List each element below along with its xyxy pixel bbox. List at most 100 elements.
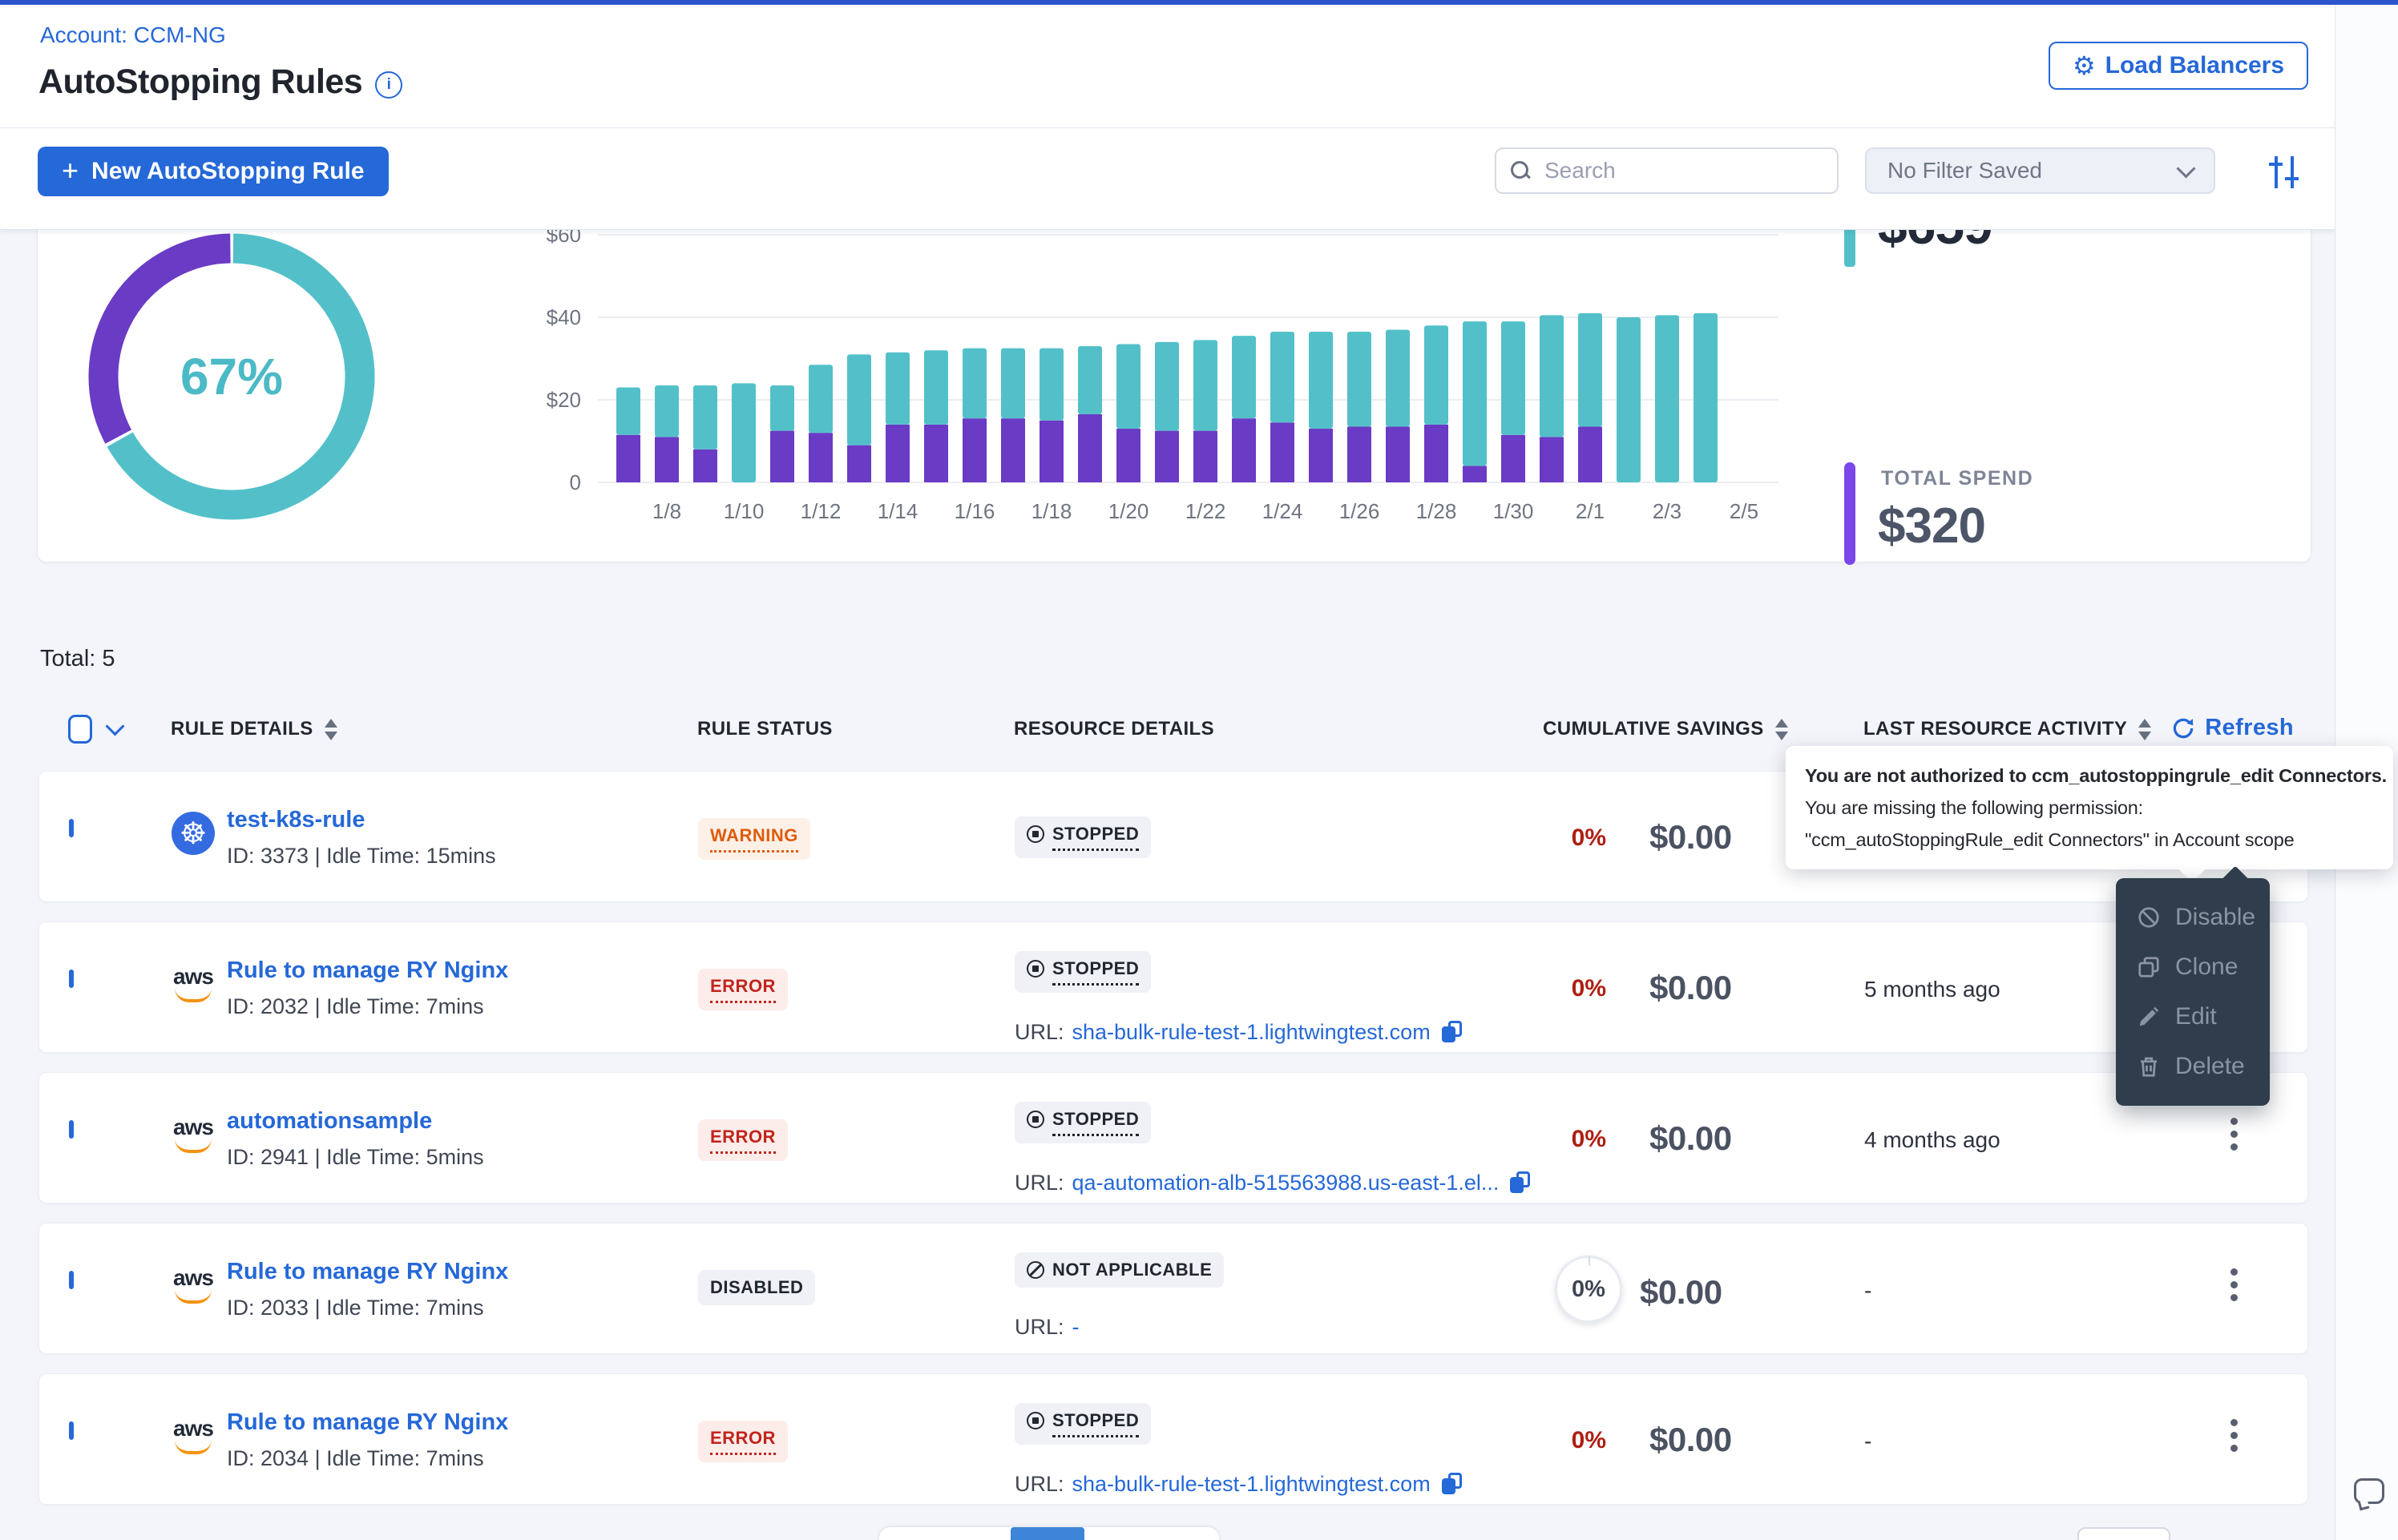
table-total-count: Total: 5 [40, 646, 115, 672]
savings-donut-chart: 67% [79, 224, 384, 529]
filter-dropdown[interactable]: No Filter Saved [1865, 147, 2215, 194]
savings-percent: 0% [1544, 1073, 1606, 1203]
rule-name-link[interactable]: test-k8s-rule [227, 807, 496, 833]
bottom-corner-button[interactable] [2077, 1527, 2170, 1540]
refresh-button[interactable]: Refresh [2171, 715, 2294, 741]
menu-item-edit[interactable]: Edit [2116, 992, 2270, 1042]
not-applicable-icon [1027, 1261, 1044, 1279]
copy-icon[interactable] [1442, 1473, 1464, 1497]
info-icon[interactable]: i [375, 71, 402, 99]
row-actions-cell [2181, 1374, 2307, 1504]
rule-status-cell: WARNING [698, 772, 1015, 901]
delete-icon [2137, 1054, 2161, 1078]
resource-state-badge: STOPPED [1015, 1403, 1151, 1445]
svg-text:1/30: 1/30 [1493, 499, 1534, 523]
svg-text:1/8: 1/8 [652, 499, 681, 523]
summary-chart-card: 67% 0$20$40$601/81/101/121/141/161/181/2… [37, 191, 2311, 562]
savings-percent-ring: 0% [1555, 1256, 1622, 1323]
rule-details-cell: aws Rule to manage RY Nginx ID: 2034 | Idl… [172, 1374, 698, 1504]
row-actions-menu-icon[interactable] [2230, 1118, 2240, 1151]
total-spend-label: TOTAL SPEND [1881, 467, 2033, 490]
load-balancers-button[interactable]: ⚙ Load Balancers [2049, 42, 2308, 90]
sort-activity-icon[interactable] [2138, 719, 2151, 740]
svg-text:1/18: 1/18 [1031, 499, 1072, 523]
rule-meta: ID: 2034 | Idle Time: 7mins [227, 1446, 508, 1471]
last-activity-value: 4 months ago [1864, 1127, 2000, 1152]
svg-text:2/1: 2/1 [1576, 499, 1605, 523]
resource-details-cell: STOPPEDURL:sha-bulk-rule-test-1.lightwin… [1015, 922, 1544, 1052]
rule-meta: ID: 3373 | Idle Time: 15mins [227, 844, 496, 869]
cumulative-savings-cell: 0% $0.00 [1544, 1224, 1864, 1353]
last-activity-cell: - [1864, 1224, 2181, 1353]
resource-url-line: URL: sha-bulk-rule-test-1.lightwingtest.c… [1015, 1472, 1544, 1497]
savings-amount: $0.00 [1649, 772, 1732, 901]
header-rule-status: RULE STATUS [697, 718, 1014, 740]
sort-rule-details-icon[interactable] [325, 719, 337, 740]
row-actions-menu-icon[interactable] [2230, 1268, 2240, 1301]
status-badge: ERROR [698, 1421, 788, 1462]
savings-amount: $0.00 [1649, 1073, 1732, 1203]
resource-details-cell: STOPPED URL: sha-bulk-rule-test-1.lightwin… [1015, 1374, 1544, 1504]
page-title: AutoStopping Rules [38, 62, 362, 102]
rule-status-cell: ERROR [698, 1073, 1015, 1203]
table-row: aws Rule to manage RY Nginx ID: 2034 | Idl… [38, 1373, 2308, 1505]
rule-name-link[interactable]: Rule to manage RY Nginx [227, 1259, 508, 1285]
header-resource-details: RESOURCE DETAILS [1014, 718, 1543, 740]
svg-text:1/14: 1/14 [878, 499, 918, 523]
search-icon [1511, 161, 1530, 180]
savings-amount: $0.00 [1640, 1224, 1722, 1353]
resource-url-link[interactable]: - [1072, 1315, 1080, 1340]
rule-text-block: automationsampleID: 2941 | Idle Time: 5m… [227, 1108, 484, 1203]
rule-name-link[interactable]: Rule to manage RY Nginx [227, 957, 508, 984]
rule-meta: ID: 2032 | Idle Time: 7mins [227, 994, 508, 1019]
select-menu-chevron-icon[interactable] [105, 716, 124, 736]
rule-name-link[interactable]: Rule to manage RY Nginx [227, 1409, 508, 1436]
resource-url-link[interactable]: qa-automation-alb-515563988.us-east-1.el… [1072, 1171, 1500, 1195]
menu-item-delete[interactable]: Delete [2116, 1042, 2270, 1091]
resource-url-link[interactable]: sha-bulk-rule-test-1.lightwingtest.com [1072, 1472, 1431, 1497]
filter-value: No Filter Saved [1887, 158, 2042, 183]
rule-name-link[interactable]: automationsample [227, 1108, 484, 1135]
svg-text:1/16: 1/16 [955, 499, 995, 523]
rules-table-body: ☸ test-k8s-rule ID: 3373 | Idle Time: 15mi… [38, 771, 2308, 1524]
header-select-cell [38, 715, 171, 744]
aws-icon: aws [172, 966, 215, 1052]
sort-savings-icon[interactable] [1775, 719, 1788, 740]
chat-bubble-icon[interactable] [2354, 1478, 2384, 1504]
row-checkbox[interactable] [69, 1271, 74, 1289]
row-checkbox[interactable] [69, 1421, 74, 1440]
aws-icon: aws [172, 1417, 215, 1504]
account-breadcrumb[interactable]: Account: CCM-NG [40, 22, 226, 48]
filter-settings-icon[interactable] [2267, 156, 2302, 188]
cumulative-savings-cell: 0%$0.00 [1544, 1374, 1864, 1504]
row-select-cell [39, 1073, 172, 1203]
resource-url-link[interactable]: sha-bulk-rule-test-1.lightwingtest.com [1072, 1020, 1431, 1045]
select-all-checkbox[interactable] [68, 715, 92, 744]
pagination-active-page[interactable] [1011, 1527, 1084, 1540]
row-checkbox[interactable] [69, 1120, 74, 1139]
savings-percent: 0% [1544, 1374, 1606, 1504]
svg-text:1/12: 1/12 [801, 499, 842, 523]
rule-details-cell: awsautomationsampleID: 2941 | Idle Time:… [172, 1073, 698, 1203]
menu-item-clone[interactable]: Clone [2116, 942, 2270, 992]
row-checkbox[interactable] [69, 970, 74, 988]
toolbar: + New AutoStopping Rule No Filter Saved [0, 127, 2335, 230]
copy-icon[interactable] [1510, 1171, 1532, 1195]
menu-item-disable[interactable]: Disable [2116, 893, 2270, 942]
page-header: Account: CCM-NG AutoStopping Rules i ⚙ L… [0, 5, 2335, 128]
savings-percent: 0% [1544, 922, 1606, 1052]
row-select-cell [39, 1224, 172, 1353]
kubernetes-icon: ☸ [172, 812, 215, 855]
resource-state-badge: STOPPED [1015, 816, 1151, 858]
search-input[interactable] [1543, 157, 1823, 184]
rule-details-cell: ☸ test-k8s-rule ID: 3373 | Idle Time: 15mi… [172, 772, 698, 901]
copy-icon[interactable] [1442, 1021, 1464, 1045]
row-checkbox[interactable] [69, 819, 74, 837]
resource-details-cell: STOPPEDURL:qa-automation-alb-515563988.u… [1015, 1073, 1544, 1203]
row-actions-menu-icon[interactable] [2230, 1419, 2240, 1452]
savings-percent: 0% [1544, 772, 1606, 901]
rule-text-block: Rule to manage RY Nginx ID: 2034 | Idle T… [227, 1409, 508, 1504]
cumulative-savings-cell: 0% $0.00 [1544, 1073, 1864, 1203]
new-autostopping-rule-button[interactable]: + New AutoStopping Rule [38, 147, 389, 196]
url-label: URL: [1015, 1472, 1064, 1497]
